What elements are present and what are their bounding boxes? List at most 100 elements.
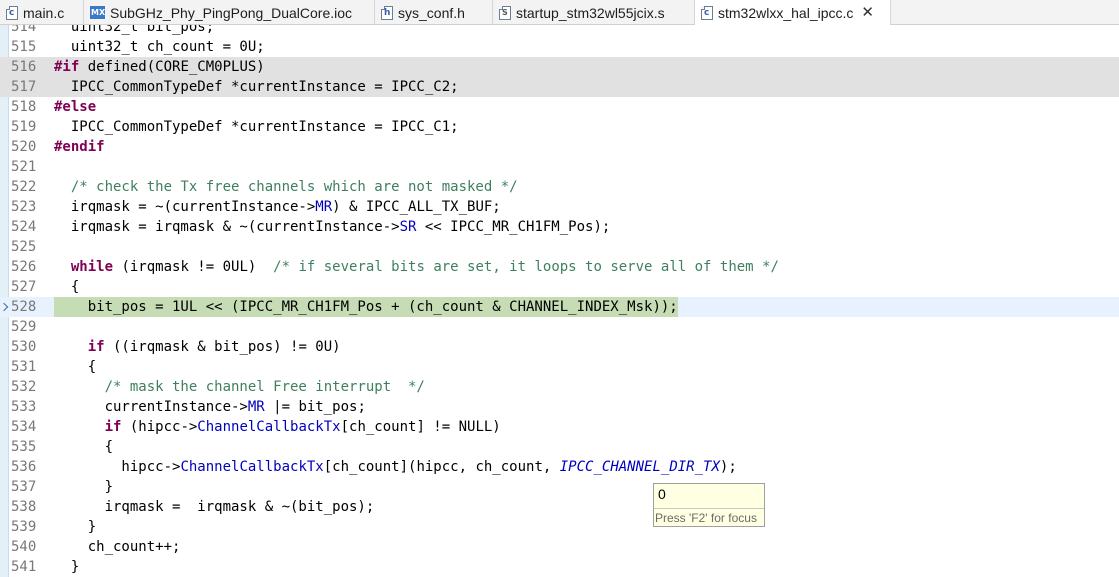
line-number: 541: [11, 559, 37, 575]
line-number: 517: [11, 79, 37, 95]
tab-ioc[interactable]: MX SubGHz_Phy_PingPong_DualCore.ioc: [84, 0, 375, 25]
code-line[interactable]: 530 if ((irqmask & bit_pos) != 0U): [0, 337, 1119, 357]
line-number: 531: [11, 359, 37, 375]
code-text[interactable]: irqmask = irqmask & ~(currentInstance->S…: [54, 217, 610, 237]
tab-main-c[interactable]: c main.c: [0, 0, 84, 25]
tab-startup-s[interactable]: S startup_stm32wl55jcix.s: [493, 0, 695, 25]
code-text[interactable]: }: [54, 477, 113, 497]
code-text[interactable]: #else: [54, 97, 96, 117]
line-number: 518: [11, 99, 37, 115]
code-text[interactable]: bit_pos = 1UL << (IPCC_MR_CH1FM_Pos + (c…: [54, 297, 678, 317]
code-text[interactable]: {: [54, 357, 96, 377]
code-text[interactable]: /* mask the channel Free interrupt */: [54, 377, 425, 397]
code-line[interactable]: 523 irqmask = ~(currentInstance->MR) & I…: [0, 197, 1119, 217]
code-editor[interactable]: 514 uint32_t bit_pos; 515 uint32_t ch_cou…: [0, 25, 1119, 577]
code-line[interactable]: 525: [0, 237, 1119, 257]
code-lines: 514 uint32_t bit_pos; 515 uint32_t ch_cou…: [0, 25, 1119, 577]
code-line[interactable]: 529: [0, 317, 1119, 337]
code-line[interactable]: 531 {: [0, 357, 1119, 377]
line-number: 519: [11, 119, 37, 135]
code-line[interactable]: 519 IPCC_CommonTypeDef *currentInstance …: [0, 117, 1119, 137]
code-line[interactable]: 527 {: [0, 277, 1119, 297]
code-text[interactable]: }: [54, 557, 79, 577]
code-text[interactable]: {: [54, 277, 79, 297]
line-number: 539: [11, 519, 37, 535]
line-number: 528: [11, 299, 37, 315]
code-text[interactable]: irqmask = irqmask & ~(bit_pos);: [54, 497, 375, 517]
code-line[interactable]: 522 /* check the Tx free channels which …: [0, 177, 1119, 197]
hover-value: 0: [658, 486, 666, 502]
tab-hal-ipcc-c[interactable]: c stm32wlxx_hal_ipcc.c ✕: [695, 0, 891, 25]
line-number: 533: [11, 399, 37, 415]
line-number: 538: [11, 499, 37, 515]
code-line[interactable]: 541 }: [0, 557, 1119, 577]
h-file-icon: h: [381, 5, 393, 20]
line-number: 516: [11, 59, 37, 75]
code-line[interactable]: 540 ch_count++;: [0, 537, 1119, 557]
code-line[interactable]: 538 irqmask = irqmask & ~(bit_pos);: [0, 497, 1119, 517]
code-line[interactable]: 520 #endif: [0, 137, 1119, 157]
code-line[interactable]: 524 irqmask = irqmask & ~(currentInstanc…: [0, 217, 1119, 237]
code-text[interactable]: if ((irqmask & bit_pos) != 0U): [54, 337, 341, 357]
line-number: 521: [11, 159, 37, 175]
code-text[interactable]: }: [54, 517, 96, 537]
code-text[interactable]: ch_count++;: [54, 537, 181, 557]
line-number: 534: [11, 419, 37, 435]
code-text[interactable]: IPCC_CommonTypeDef *currentInstance = IP…: [54, 117, 459, 137]
line-number: 522: [11, 179, 37, 195]
close-icon[interactable]: ✕: [861, 5, 874, 20]
line-number: 530: [11, 339, 37, 355]
code-text[interactable]: while (irqmask != 0UL) /* if several bit…: [54, 257, 779, 277]
mx-file-icon: MX: [90, 6, 106, 19]
line-number: 535: [11, 439, 37, 455]
code-line[interactable]: 537 }: [0, 477, 1119, 497]
hover-hint: Press 'F2' for focus: [655, 511, 757, 525]
code-line[interactable]: 514 uint32_t bit_pos;: [0, 25, 1119, 37]
code-text[interactable]: currentInstance->MR |= bit_pos;: [54, 397, 366, 417]
tab-label: sys_conf.h: [398, 4, 465, 21]
tab-label: stm32wlxx_hal_ipcc.c: [718, 4, 854, 21]
code-line[interactable]: 536 hipcc->ChannelCallbackTx[ch_count](h…: [0, 457, 1119, 477]
variable-hover-tooltip[interactable]: 0 Press 'F2' for focus: [653, 483, 765, 527]
code-line[interactable]: 532 /* mask the channel Free interrupt *…: [0, 377, 1119, 397]
code-line[interactable]: 517 IPCC_CommonTypeDef *currentInstance …: [0, 77, 1119, 97]
c-file-icon: c: [6, 5, 18, 20]
code-line[interactable]: 516 #if defined(CORE_CM0PLUS): [0, 57, 1119, 77]
code-line[interactable]: 521: [0, 157, 1119, 177]
line-number: 527: [11, 279, 37, 295]
tab-sys-conf-h[interactable]: h sys_conf.h: [375, 0, 493, 25]
code-text[interactable]: if (hipcc->ChannelCallbackTx[ch_count] !…: [54, 417, 501, 437]
line-number: 537: [11, 479, 37, 495]
code-text[interactable]: #if defined(CORE_CM0PLUS): [54, 57, 265, 77]
line-number: 523: [11, 199, 37, 215]
tab-label: SubGHz_Phy_PingPong_DualCore.ioc: [110, 4, 353, 21]
line-number: 525: [11, 239, 37, 255]
code-line[interactable]: 539 }: [0, 517, 1119, 537]
line-number: 532: [11, 379, 37, 395]
code-text[interactable]: /* check the Tx free channels which are …: [54, 177, 518, 197]
code-text[interactable]: uint32_t ch_count = 0U;: [54, 37, 265, 57]
line-number: 520: [11, 139, 37, 155]
code-line[interactable]: 534 if (hipcc->ChannelCallbackTx[ch_coun…: [0, 417, 1119, 437]
code-text[interactable]: hipcc->ChannelCallbackTx[ch_count](hipcc…: [54, 457, 736, 477]
code-text[interactable]: irqmask = ~(currentInstance->MR) & IPCC_…: [54, 197, 501, 217]
code-text[interactable]: IPCC_CommonTypeDef *currentInstance = IP…: [54, 77, 459, 97]
line-number: 526: [11, 259, 37, 275]
code-text[interactable]: #endif: [54, 137, 105, 157]
code-line[interactable]: 526 while (irqmask != 0UL) /* if several…: [0, 257, 1119, 277]
code-text[interactable]: {: [54, 437, 113, 457]
line-number: 536: [11, 459, 37, 475]
code-text[interactable]: uint32_t bit_pos;: [54, 25, 214, 37]
line-number: 529: [11, 319, 37, 335]
code-line[interactable]: 533 currentInstance->MR |= bit_pos;: [0, 397, 1119, 417]
tab-label: main.c: [23, 4, 65, 21]
code-line[interactable]: 535 {: [0, 437, 1119, 457]
code-line[interactable]: 518 #else: [0, 97, 1119, 117]
code-line[interactable]: 528 bit_pos = 1UL << (IPCC_MR_CH1FM_Pos …: [0, 297, 1119, 317]
tooltip-divider: [654, 508, 764, 509]
instruction-pointer-icon: [0, 302, 9, 312]
line-number: 515: [11, 39, 37, 55]
c-file-icon: c: [701, 5, 713, 20]
tab-label: startup_stm32wl55jcix.s: [516, 4, 665, 21]
code-line[interactable]: 515 uint32_t ch_count = 0U;: [0, 37, 1119, 57]
